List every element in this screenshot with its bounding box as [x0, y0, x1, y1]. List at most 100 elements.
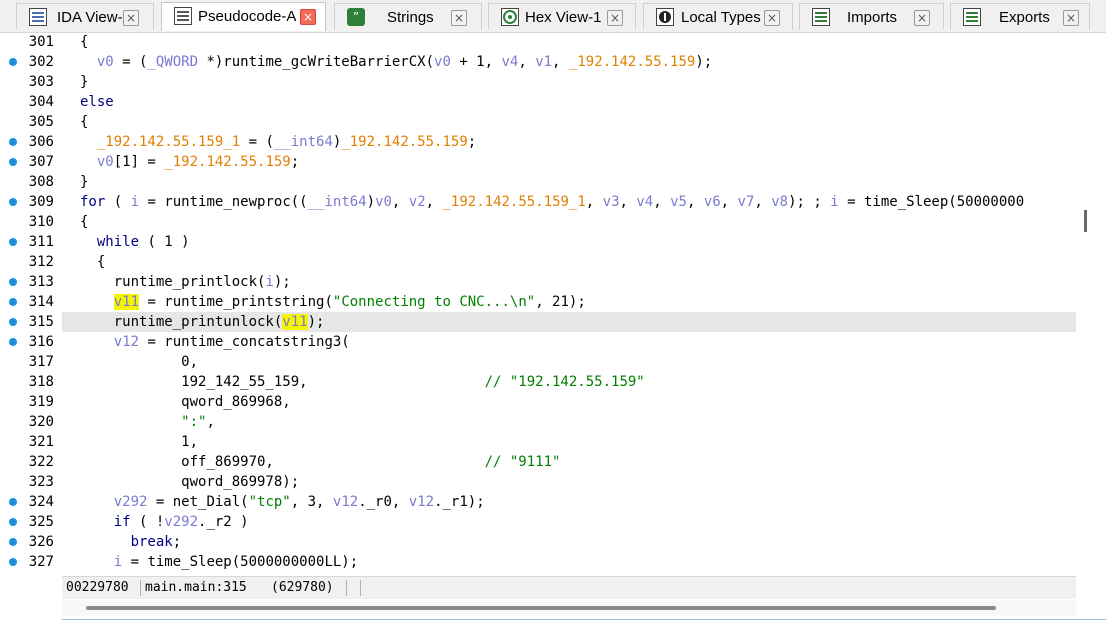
code-text[interactable]: if ( !v292._r2 ): [80, 512, 249, 532]
close-icon[interactable]: ×: [123, 10, 139, 26]
code-line[interactable]: 322 off_869970, // "9111": [0, 452, 1080, 472]
code-text[interactable]: _192.142.55.159_1 = (__int64)_192.142.55…: [80, 132, 476, 152]
code-line[interactable]: 306 _192.142.55.159_1 = (__int64)_192.14…: [0, 132, 1080, 152]
close-icon[interactable]: ×: [914, 10, 930, 26]
code-line[interactable]: 301 {: [0, 32, 1080, 52]
vertical-scrollbar-thumb[interactable]: [1084, 210, 1087, 232]
tab-hex-view-1[interactable]: Hex View-1 ×: [488, 3, 636, 30]
code-text[interactable]: runtime_printlock(i);: [80, 272, 291, 292]
line-number: 305: [28, 114, 54, 130]
code-line[interactable]: 314 v11 = runtime_printstring("Connectin…: [0, 292, 1080, 312]
code-line[interactable]: 321 1,: [0, 432, 1080, 452]
tab-pseudocode-a[interactable]: Pseudocode-A ×: [161, 2, 326, 31]
tab-ida-view-a[interactable]: IDA View-A ×: [16, 3, 154, 30]
breakpoint-dot-icon[interactable]: [9, 198, 17, 206]
tab-exports[interactable]: Exports ×: [950, 3, 1090, 30]
pseudocode-view[interactable]: 301 {302 v0 = (_QWORD *)runtime_gcWriteBa…: [0, 32, 1080, 572]
horizontal-scrollbar[interactable]: [62, 600, 1076, 616]
breakpoint-dot-icon[interactable]: [9, 498, 17, 506]
code-line[interactable]: 309 for ( i = runtime_newproc((__int64)v0…: [0, 192, 1080, 212]
code-text[interactable]: else: [80, 92, 114, 112]
code-line[interactable]: 326 break;: [0, 532, 1080, 552]
code-text[interactable]: while ( 1 ): [80, 232, 190, 252]
code-line[interactable]: 312 {: [0, 252, 1080, 272]
status-location: main.main:315: [145, 580, 247, 595]
code-line[interactable]: 325 if ( !v292._r2 ): [0, 512, 1080, 532]
code-line[interactable]: 313 runtime_printlock(i);: [0, 272, 1080, 292]
breakpoint-dot-icon[interactable]: [9, 558, 17, 566]
code-line[interactable]: 316 v12 = runtime_concatstring3(: [0, 332, 1080, 352]
horizontal-scrollbar-thumb[interactable]: [86, 606, 996, 610]
code-text[interactable]: i = time_Sleep(5000000000LL);: [80, 552, 358, 572]
line-number: 326: [28, 534, 54, 550]
breakpoint-dot-icon[interactable]: [9, 338, 17, 346]
code-text[interactable]: {: [80, 112, 88, 132]
breakpoint-dot-icon[interactable]: [9, 278, 17, 286]
breakpoint-dot-icon[interactable]: [9, 518, 17, 526]
code-text[interactable]: off_869970, // "9111": [80, 452, 560, 472]
close-icon[interactable]: ×: [300, 9, 316, 25]
breakpoint-dot-icon[interactable]: [9, 538, 17, 546]
strings-icon: ”: [347, 8, 365, 26]
close-icon[interactable]: ×: [1063, 10, 1079, 26]
close-icon[interactable]: ×: [451, 10, 467, 26]
breakpoint-dot-icon[interactable]: [9, 318, 17, 326]
code-line[interactable]: 317 0,: [0, 352, 1080, 372]
close-icon[interactable]: ×: [607, 10, 623, 26]
code-line[interactable]: 320 ":",: [0, 412, 1080, 432]
code-text[interactable]: v0 = (_QWORD *)runtime_gcWriteBarrierCX(…: [80, 52, 712, 72]
status-address: 00229780: [66, 580, 129, 595]
code-text[interactable]: {: [80, 32, 88, 52]
breakpoint-dot-icon[interactable]: [9, 158, 17, 166]
tab-label: Strings: [387, 9, 434, 26]
code-line[interactable]: 304 else: [0, 92, 1080, 112]
code-line[interactable]: 305 {: [0, 112, 1080, 132]
status-separator: [360, 580, 361, 596]
code-line[interactable]: 318 192_142_55_159, // "192.142.55.159": [0, 372, 1080, 392]
code-text[interactable]: qword_869978);: [80, 472, 299, 492]
code-line[interactable]: 327 i = time_Sleep(5000000000LL);: [0, 552, 1080, 572]
code-text[interactable]: 192_142_55_159, // "192.142.55.159": [80, 372, 645, 392]
breakpoint-dot-icon[interactable]: [9, 58, 17, 66]
line-number: 318: [28, 374, 54, 390]
code-line[interactable]: 323 qword_869978);: [0, 472, 1080, 492]
breakpoint-dot-icon[interactable]: [9, 298, 17, 306]
line-number: 324: [28, 494, 54, 510]
code-text[interactable]: {: [80, 212, 88, 232]
code-text[interactable]: qword_869968,: [80, 392, 291, 412]
code-line[interactable]: 308}: [0, 172, 1080, 192]
code-line[interactable]: 315 runtime_printunlock(v11);: [0, 312, 1080, 332]
code-line[interactable]: 310 {: [0, 212, 1080, 232]
code-line[interactable]: 324 v292 = net_Dial("tcp", 3, v12._r0, v…: [0, 492, 1080, 512]
code-text[interactable]: }: [80, 172, 88, 192]
code-text[interactable]: 1,: [80, 432, 198, 452]
code-line[interactable]: 303}: [0, 72, 1080, 92]
code-text[interactable]: break;: [80, 532, 182, 552]
code-line[interactable]: 311 while ( 1 ): [0, 232, 1080, 252]
code-text[interactable]: v292 = net_Dial("tcp", 3, v12._r0, v12._…: [80, 492, 485, 512]
breakpoint-dot-icon[interactable]: [9, 238, 17, 246]
code-text[interactable]: }: [80, 72, 88, 92]
line-number: 320: [28, 414, 54, 430]
code-line[interactable]: 302 v0 = (_QWORD *)runtime_gcWriteBarrie…: [0, 52, 1080, 72]
code-text[interactable]: v11 = runtime_printstring("Connecting to…: [80, 292, 586, 312]
tab-local-types[interactable]: Local Types ×: [643, 3, 793, 30]
ida-view-icon: [29, 8, 47, 26]
tab-strings[interactable]: ” Strings ×: [334, 3, 482, 30]
tab-label: Exports: [999, 9, 1050, 26]
code-text[interactable]: ":",: [80, 412, 215, 432]
line-number: 306: [28, 134, 54, 150]
code-line[interactable]: 307 v0[1] = _192.142.55.159;: [0, 152, 1080, 172]
close-icon[interactable]: ×: [764, 10, 780, 26]
tab-label: Local Types: [681, 9, 761, 26]
tab-imports[interactable]: Imports ×: [799, 3, 944, 30]
code-text[interactable]: {: [80, 252, 105, 272]
code-text[interactable]: runtime_printunlock(v11);: [80, 312, 324, 332]
breakpoint-dot-icon[interactable]: [9, 138, 17, 146]
code-line[interactable]: 319 qword_869968,: [0, 392, 1080, 412]
line-number: 303: [28, 74, 54, 90]
code-text[interactable]: for ( i = runtime_newproc((__int64)v0, v…: [80, 192, 1024, 212]
code-text[interactable]: v12 = runtime_concatstring3(: [80, 332, 350, 352]
code-text[interactable]: v0[1] = _192.142.55.159;: [80, 152, 299, 172]
code-text[interactable]: 0,: [80, 352, 198, 372]
